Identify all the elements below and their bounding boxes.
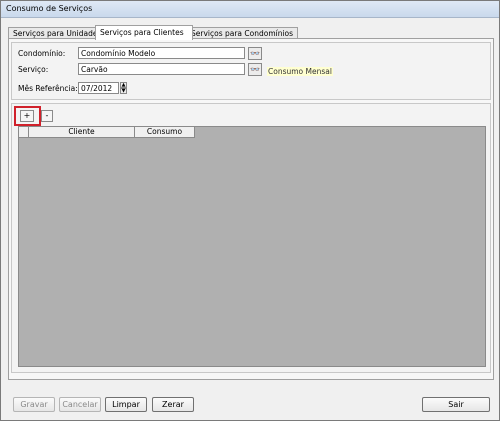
window-title: Consumo de Serviços	[6, 4, 93, 13]
condominio-label: Condomínio:	[18, 49, 66, 58]
grid-panel: + - Cliente Consumo	[11, 103, 491, 373]
clients-grid[interactable]: Cliente Consumo	[18, 126, 486, 367]
gravar-button[interactable]: Gravar	[13, 397, 55, 412]
servico-label: Serviço:	[18, 65, 49, 74]
mes-referencia-field[interactable]: 07/2012	[78, 82, 119, 94]
cancelar-button[interactable]: Cancelar	[59, 397, 101, 412]
condominio-field[interactable]: Condomínio Modelo	[78, 47, 245, 59]
zerar-button[interactable]: Zerar	[152, 397, 194, 412]
main-window: Consumo de Serviços Serviços para Unidad…	[0, 0, 500, 421]
servico-hint: Consumo Mensal	[267, 67, 333, 76]
spin-down-icon[interactable]: ▼	[120, 88, 127, 94]
add-row-button[interactable]: +	[20, 110, 34, 122]
tab-servicos-clientes[interactable]: Serviços para Clientes	[95, 25, 193, 40]
limpar-button[interactable]: Limpar	[105, 397, 147, 412]
row-indicator-header	[19, 127, 29, 138]
filter-panel: Condomínio: Condomínio Modelo 👓 Serviço:…	[11, 42, 491, 100]
remove-row-button[interactable]: -	[41, 110, 53, 122]
condominio-lookup-button[interactable]: 👓	[248, 47, 262, 60]
column-header-consumo[interactable]: Consumo	[135, 127, 195, 138]
tab-label: Serviços para Condomínios	[191, 29, 294, 38]
title-bar: Consumo de Serviços	[1, 1, 499, 18]
footer-toolbar: Gravar Cancelar Limpar Zerar Sair	[8, 393, 492, 415]
servico-field[interactable]: Carvão	[78, 63, 245, 75]
column-header-cliente[interactable]: Cliente	[29, 127, 135, 138]
servico-lookup-button[interactable]: 👓	[248, 63, 262, 76]
tab-label: Serviços para Unidades	[13, 29, 102, 38]
mes-referencia-label: Mês Referência:	[18, 84, 78, 93]
binoculars-icon: 👓	[250, 65, 260, 74]
tab-label: Serviços para Clientes	[100, 28, 184, 37]
sair-button[interactable]: Sair	[422, 397, 490, 412]
tab-page-clientes: Condomínio: Condomínio Modelo 👓 Serviço:…	[8, 38, 494, 380]
binoculars-icon: 👓	[250, 49, 260, 58]
